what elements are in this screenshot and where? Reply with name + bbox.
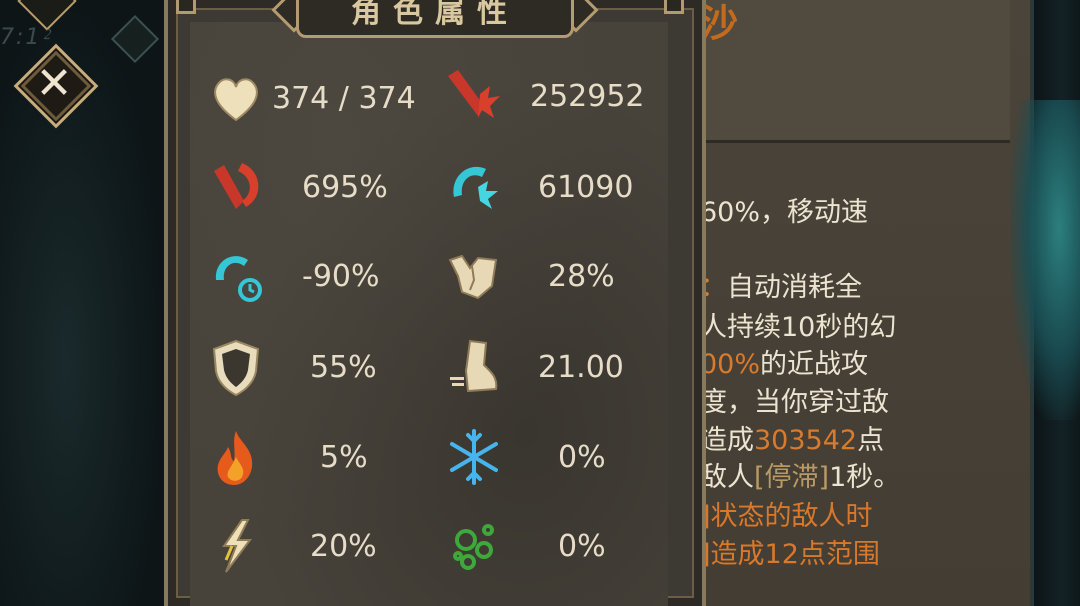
- skill-title: 沙: [700, 1, 743, 45]
- desc-line-5: 度，当你穿过敌: [700, 387, 889, 418]
- desc-line-3: 人持续10秒的幻: [700, 312, 897, 343]
- heart-icon: [206, 68, 266, 128]
- stat-cooldown: -90%: [206, 246, 380, 306]
- stat-dodge: 28%: [444, 246, 615, 306]
- stat-lightning-resist: 20%: [206, 516, 377, 576]
- lightning-icon: [206, 516, 266, 576]
- stat-value: 21.00: [538, 349, 624, 385]
- stat-value: 252952: [530, 78, 645, 114]
- armor-shield-icon: [206, 337, 266, 397]
- panel-corner-ornament: [664, 0, 684, 14]
- desc-line-8: ]状态的敌人时: [700, 501, 873, 532]
- stat-attack: 252952: [444, 66, 645, 126]
- stat-crit-damage: 695%: [206, 157, 388, 217]
- stat-value: 0%: [558, 528, 606, 564]
- close-button[interactable]: ✕: [13, 43, 99, 129]
- stat-value: 695%: [302, 169, 388, 205]
- panel-title: 角色属性: [351, 0, 519, 30]
- crit-damage-icon: [206, 157, 266, 217]
- stat-move-speed: 21.00: [444, 337, 624, 397]
- boot-speed-icon: [444, 337, 504, 397]
- stat-fire-resist: 5%: [206, 427, 368, 487]
- dodge-icon: [444, 246, 504, 306]
- poison-icon: [444, 516, 504, 576]
- stat-attack-speed: 61090: [444, 157, 633, 217]
- desc-line-2: ：自动消耗全: [700, 272, 862, 303]
- stat-value: 61090: [538, 169, 634, 205]
- stat-value: 5%: [320, 439, 368, 475]
- stat-value: 28%: [548, 258, 615, 294]
- close-icon: ✕: [35, 58, 73, 109]
- cooldown-icon: [206, 246, 266, 306]
- fire-icon: [206, 427, 266, 487]
- stat-value: 374 / 374: [272, 80, 416, 116]
- stat-value: 0%: [558, 439, 606, 475]
- attack-speed-icon: [444, 157, 504, 217]
- stat-frost-resist: 0%: [444, 427, 606, 487]
- desc-line-4: 00%的近战攻: [700, 349, 869, 380]
- panel-title-plate: 角色属性: [296, 0, 574, 38]
- damage-icon: [444, 66, 504, 126]
- stat-health: 374 / 374: [206, 68, 416, 128]
- frost-snowflake-icon: [444, 427, 504, 487]
- desc-line-6: 造成303542点: [700, 425, 885, 456]
- stat-armor: 55%: [206, 337, 377, 397]
- desc-line-9: ]造成12点范围: [700, 539, 880, 570]
- desc-line-7: 敌人[停滞]1秒。: [700, 462, 901, 493]
- panel-corner-ornament: [176, 0, 196, 14]
- stat-poison-resist: 0%: [444, 516, 606, 576]
- stat-value: -90%: [302, 258, 380, 294]
- stat-value: 20%: [310, 528, 377, 564]
- character-art: [1010, 100, 1080, 420]
- stat-value: 55%: [310, 349, 377, 385]
- desc-line-1: 60%，移动速: [700, 197, 869, 228]
